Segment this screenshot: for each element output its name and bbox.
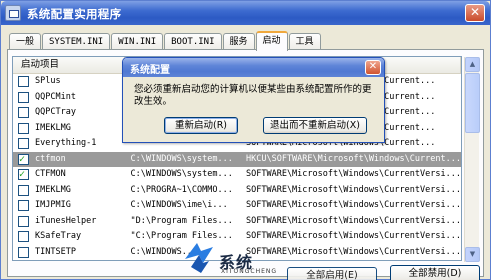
dialog-title-bar[interactable]: 系统配置 ✕: [123, 58, 384, 77]
startup-item-checkbox[interactable]: [18, 200, 29, 212]
window-close-button[interactable]: ✕: [465, 4, 485, 22]
watermark-subtext: XITONGCHENG: [221, 268, 278, 275]
restart-dialog: 系统配置 ✕ 您必须重新启动您的计算机以便某些由系统配置所作的更改生效。 重新启…: [122, 57, 385, 143]
dialog-title: 系统配置: [130, 65, 170, 76]
startup-item-checkbox[interactable]: [18, 246, 29, 258]
msconfig-window: 系统配置实用程序 ✕ 一般 SYSTEM.INI WIN.INI BOOT.IN…: [0, 0, 491, 280]
watermark-logo-icon: [185, 243, 213, 273]
startup-item-name: CTFMON: [35, 169, 66, 180]
startup-item-checkbox[interactable]: [18, 138, 29, 150]
enable-all-button[interactable]: 全部启用(E): [287, 267, 377, 280]
disable-all-button[interactable]: 全部禁用(D): [390, 265, 480, 280]
list-item[interactable]: IMJPMIG C:\WINDOWS\ime\i... SOFTWARE\Micro…: [13, 198, 461, 214]
startup-item-name: iTunesHelper: [35, 215, 97, 226]
startup-item-command: C:\PROGRA~1\COMMO...: [130, 184, 233, 195]
startup-item-checkbox[interactable]: [18, 76, 29, 88]
restart-button[interactable]: 重新启动(R): [164, 117, 238, 134]
dialog-close-button[interactable]: ✕: [365, 60, 381, 75]
startup-item-checkbox[interactable]: [18, 184, 29, 196]
startup-item-command: C:\WINDOWS\system...: [130, 153, 233, 164]
startup-item-checkbox[interactable]: [18, 107, 29, 119]
startup-item-name: IMEKLMG: [35, 184, 71, 195]
startup-item-cell: Everything-1: [13, 136, 125, 151]
startup-item-cell: SPlus: [13, 74, 125, 89]
startup-item-cell: IMEKLMG: [13, 183, 125, 198]
exit-without-restart-button[interactable]: 退出而不重新启动(X): [263, 117, 367, 134]
startup-item-name: QQPCMint: [35, 91, 76, 102]
tab-startup[interactable]: 启动: [255, 31, 288, 51]
startup-item-location: SOFTWARE\Microsoft\Windows\CurrentVersi.…: [246, 215, 461, 226]
startup-item-cell: KSafeTray: [13, 229, 125, 244]
list-item[interactable]: iTunesHelper "D:\Program Files... SOFTWARE…: [13, 214, 461, 230]
msconfig-app-icon: [5, 5, 21, 21]
startup-item-command: C:\WINDOWS\ime\i...: [130, 200, 228, 211]
window-title: 系统配置实用程序: [27, 7, 122, 21]
startup-item-cell: CTFMON: [13, 167, 125, 182]
scroll-thumb[interactable]: [465, 73, 480, 133]
startup-item-cell: QQPCMint: [13, 90, 125, 105]
startup-item-checkbox[interactable]: [18, 91, 29, 103]
list-item[interactable]: ctfmon C:\WINDOWS\system... HKCU\SOFTWARE\…: [13, 151, 461, 167]
startup-item-command: "D:\Program Files...: [130, 215, 233, 226]
startup-item-location: SOFTWARE\Microsoft\Windows\CurrentVersi.…: [246, 200, 461, 211]
tab-strip: 一般 SYSTEM.INI WIN.INI BOOT.INI 服务 启动 工具: [9, 31, 322, 51]
column-header-startup-item[interactable]: 启动项目: [13, 57, 125, 74]
startup-item-cell: TINTSETP: [13, 245, 125, 260]
startup-item-cell: QQPCTray: [13, 105, 125, 120]
startup-item-location: SOFTWARE\Microsoft\Windows\CurrentVersi.…: [246, 184, 461, 195]
scroll-down-arrow-icon[interactable]: ▼: [465, 247, 480, 262]
startup-item-location: SOFTWARE\Microsoft\Windows\CurrentVersi.…: [246, 169, 461, 180]
startup-item-name: TINTSETP: [35, 246, 76, 257]
startup-item-cell: iTunesHelper: [13, 214, 125, 229]
title-bar[interactable]: 系统配置实用程序 ✕: [1, 1, 490, 25]
list-item[interactable]: IMEKLMG C:\PROGRA~1\COMMO... SOFTWARE\Micr…: [13, 183, 461, 199]
startup-item-name: KSafeTray: [35, 231, 82, 242]
startup-item-checkbox[interactable]: [18, 215, 29, 227]
startup-item-cell: ctfmon: [13, 152, 125, 167]
startup-item-checkbox[interactable]: [18, 231, 29, 243]
list-scrollbar[interactable]: ▲ ▼: [464, 57, 480, 262]
startup-item-cell: IMEKLMG: [13, 121, 125, 136]
startup-item-cell: IMJPMIG: [13, 198, 125, 213]
list-item[interactable]: CTFMON C:\WINDOWS\system... SOFTWARE\Micro…: [13, 167, 461, 183]
startup-item-name: QQPCTray: [35, 107, 76, 118]
site-watermark: 系统 XITONGCHENG: [179, 237, 299, 277]
scroll-up-arrow-icon[interactable]: ▲: [465, 57, 480, 72]
startup-item-checkbox[interactable]: [18, 167, 29, 182]
startup-item-checkbox[interactable]: [18, 122, 29, 134]
dialog-message: 您必须重新启动您的计算机以便某些由系统配置所作的更改生效。: [134, 84, 372, 107]
startup-item-command: C:\WINDOWS\system...: [130, 169, 233, 180]
startup-item-name: SPlus: [35, 76, 61, 87]
startup-item-checkbox[interactable]: [18, 152, 29, 167]
startup-item-name: IMJPMIG: [35, 200, 71, 211]
startup-item-name: IMEKLMG: [35, 122, 71, 133]
startup-item-location: HKCU\SOFTWARE\Microsoft\Windows\Current.…: [246, 153, 461, 164]
startup-item-name: Everything-1: [35, 138, 97, 149]
startup-item-name: ctfmon: [35, 153, 66, 164]
